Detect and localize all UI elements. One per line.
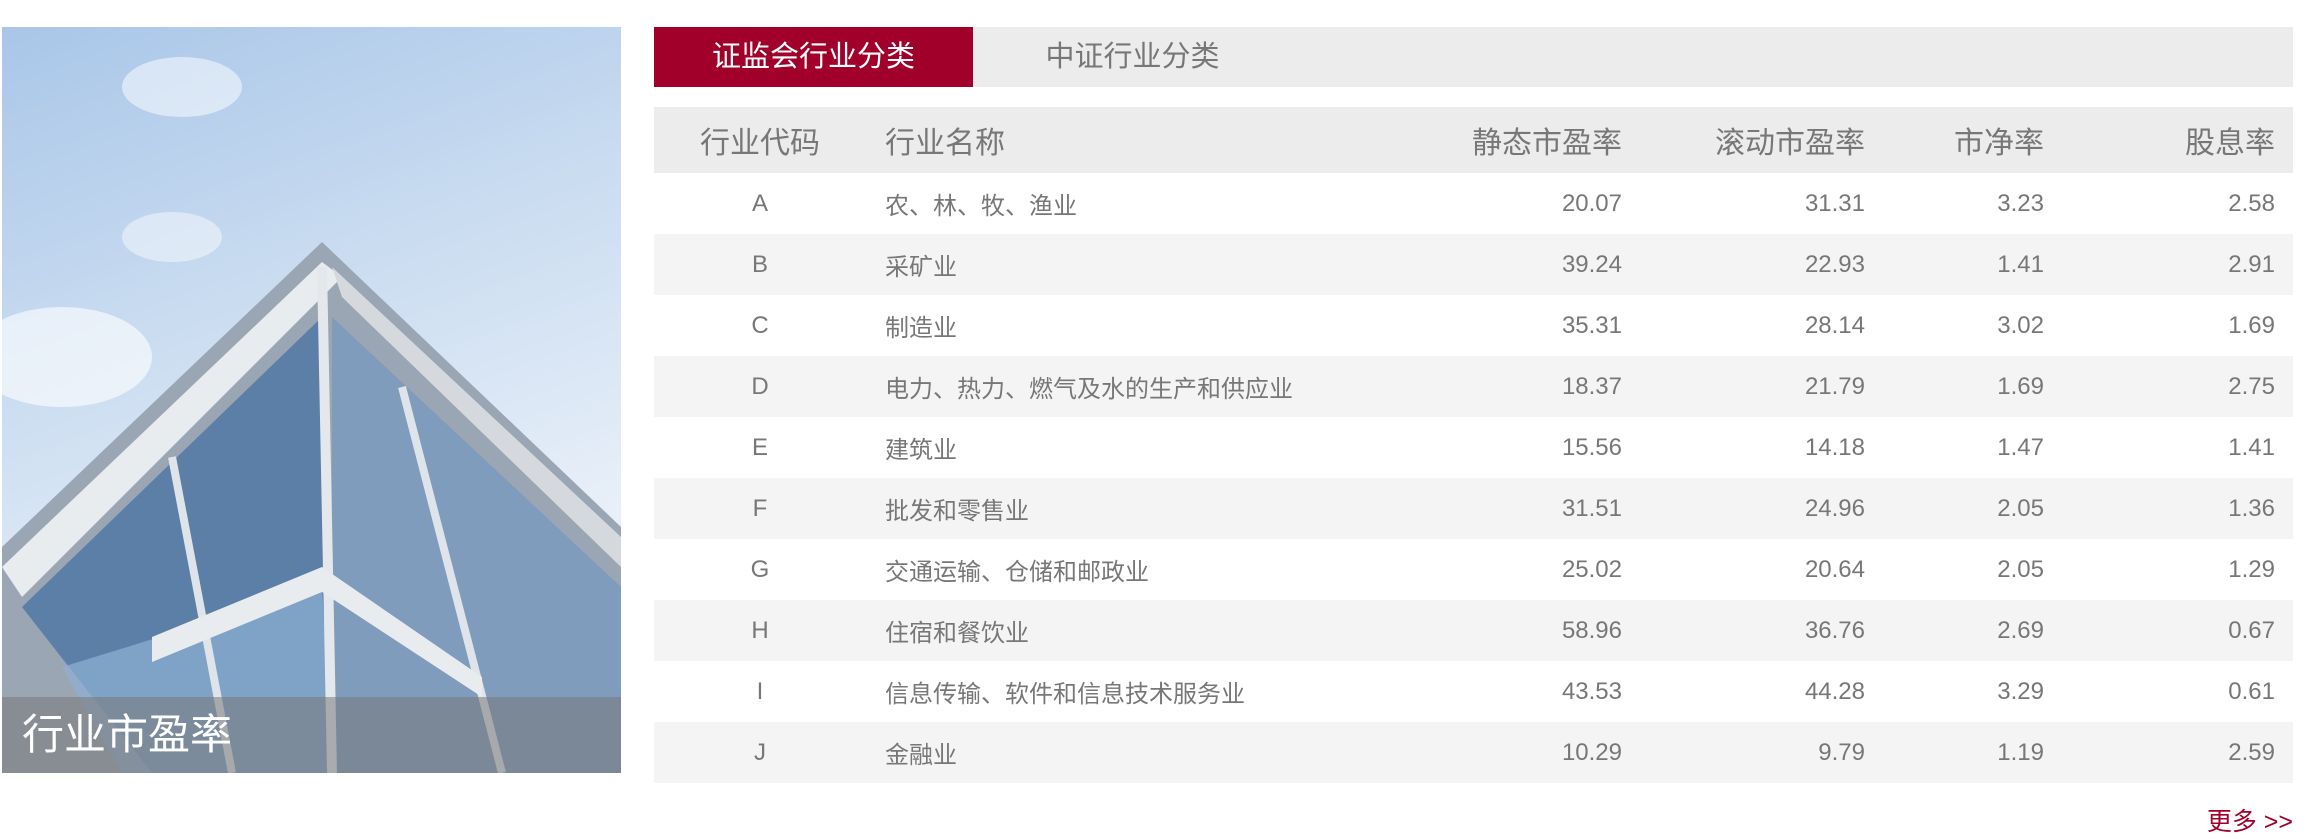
header-name: 行业名称 [885, 127, 1005, 160]
cell-pb: 3.29 [1997, 677, 2044, 705]
cell-rolling-pe: 21.79 [1804, 372, 1865, 400]
cell-code: F [752, 494, 768, 522]
cell-static-pe: 58.96 [1561, 616, 1622, 644]
cell-dividend-yield: 0.67 [2228, 616, 2275, 644]
cell-name: 信息传输、软件和信息技术服务业 [885, 681, 1245, 708]
header-rolling-pe: 滚动市盈率 [1715, 127, 1865, 160]
table-row: G 交通运输、仓储和邮政业 25.02 20.64 2.05 1.29 [654, 539, 2293, 600]
table-row: B 采矿业 39.24 22.93 1.41 2.91 [654, 234, 2293, 295]
cell-rolling-pe: 28.14 [1804, 311, 1865, 339]
header-dividend-yield: 股息率 [2185, 127, 2275, 160]
hero-image: 行业市盈率 [2, 27, 621, 773]
cell-code: J [754, 738, 766, 766]
cell-static-pe: 18.37 [1561, 372, 1622, 400]
cell-static-pe: 35.31 [1561, 311, 1622, 339]
cell-pb: 2.05 [1997, 494, 2044, 522]
header-code: 行业代码 [700, 127, 820, 160]
cell-dividend-yield: 1.69 [2228, 311, 2275, 339]
cell-dividend-yield: 2.75 [2228, 372, 2275, 400]
cell-rolling-pe: 24.96 [1804, 494, 1865, 522]
cell-code: E [751, 433, 768, 461]
cell-dividend-yield: 1.36 [2228, 494, 2275, 522]
building-illustration [2, 57, 621, 773]
cell-name: 金融业 [885, 742, 957, 769]
cell-name: 批发和零售业 [885, 498, 1029, 525]
cell-code: C [751, 311, 769, 339]
cell-pb: 1.47 [1997, 433, 2044, 461]
more-link[interactable]: 更多 >> [2207, 802, 2293, 838]
cell-rolling-pe: 22.93 [1804, 250, 1865, 278]
cell-static-pe: 39.24 [1561, 250, 1622, 278]
cell-pb: 2.69 [1997, 616, 2044, 644]
cell-code: B [751, 250, 768, 278]
cell-static-pe: 31.51 [1561, 494, 1622, 522]
cell-pb: 3.23 [1997, 189, 2044, 217]
cell-rolling-pe: 31.31 [1804, 189, 1865, 217]
table-row: E 建筑业 15.56 14.18 1.47 1.41 [654, 417, 2293, 478]
table-row: A 农、林、牧、渔业 20.07 31.31 3.23 2.58 [654, 173, 2293, 234]
cell-name: 制造业 [885, 315, 957, 342]
cell-code: D [751, 372, 769, 400]
cell-pb: 1.41 [1997, 250, 2044, 278]
cell-code: H [751, 616, 769, 644]
cell-name: 建筑业 [885, 437, 957, 464]
table-row: I 信息传输、软件和信息技术服务业 43.53 44.28 3.29 0.61 [654, 661, 2293, 722]
table-row: D 电力、热力、燃气及水的生产和供应业 18.37 21.79 1.69 2.75 [654, 356, 2293, 417]
cell-rolling-pe: 44.28 [1804, 677, 1865, 705]
table-row: F 批发和零售业 31.51 24.96 2.05 1.36 [654, 478, 2293, 539]
cell-dividend-yield: 2.59 [2228, 738, 2275, 766]
cell-name: 农、林、牧、渔业 [885, 193, 1077, 220]
cell-dividend-yield: 2.58 [2228, 189, 2275, 217]
cell-rolling-pe: 36.76 [1804, 616, 1865, 644]
cell-rolling-pe: 9.79 [1818, 738, 1865, 766]
industry-pe-table: 行业代码 行业名称 静态市盈率 滚动市盈率 市净率 股息率 A 农、林、牧、渔业 2… [654, 107, 2293, 783]
table-row: J 金融业 10.29 9.79 1.19 2.59 [654, 722, 2293, 783]
cell-static-pe: 43.53 [1561, 677, 1622, 705]
cell-code: A [751, 189, 768, 217]
cell-static-pe: 25.02 [1561, 555, 1622, 583]
cell-name: 采矿业 [885, 254, 957, 281]
hero-caption: 行业市盈率 [2, 697, 621, 773]
cell-rolling-pe: 14.18 [1804, 433, 1865, 461]
cell-dividend-yield: 1.29 [2228, 555, 2275, 583]
cell-code: I [756, 677, 764, 705]
cell-static-pe: 10.29 [1561, 738, 1622, 766]
cell-name: 交通运输、仓储和邮政业 [885, 559, 1149, 586]
table-row: H 住宿和餐饮业 58.96 36.76 2.69 0.67 [654, 600, 2293, 661]
header-pb: 市净率 [1954, 127, 2044, 160]
cell-static-pe: 15.56 [1561, 433, 1622, 461]
cell-pb: 2.05 [1997, 555, 2044, 583]
classification-tabs: 证监会行业分类 中证行业分类 [654, 27, 2293, 87]
cell-name: 住宿和餐饮业 [885, 620, 1029, 647]
cell-dividend-yield: 1.41 [2228, 433, 2275, 461]
header-static-pe: 静态市盈率 [1472, 127, 1622, 160]
cell-name: 电力、热力、燃气及水的生产和供应业 [885, 376, 1293, 403]
tab-csi-classification[interactable]: 中证行业分类 [973, 27, 1292, 87]
cell-pb: 1.19 [1997, 738, 2044, 766]
cell-pb: 1.69 [1997, 372, 2044, 400]
tab-csrc-classification[interactable]: 证监会行业分类 [654, 27, 973, 87]
cell-dividend-yield: 2.91 [2228, 250, 2275, 278]
table-header: 行业代码 行业名称 静态市盈率 滚动市盈率 市净率 股息率 [654, 107, 2293, 173]
cell-static-pe: 20.07 [1561, 189, 1622, 217]
cell-code: G [750, 555, 770, 583]
cell-dividend-yield: 0.61 [2228, 677, 2275, 705]
cell-pb: 3.02 [1997, 311, 2044, 339]
table-row: C 制造业 35.31 28.14 3.02 1.69 [654, 295, 2293, 356]
cell-rolling-pe: 20.64 [1804, 555, 1865, 583]
